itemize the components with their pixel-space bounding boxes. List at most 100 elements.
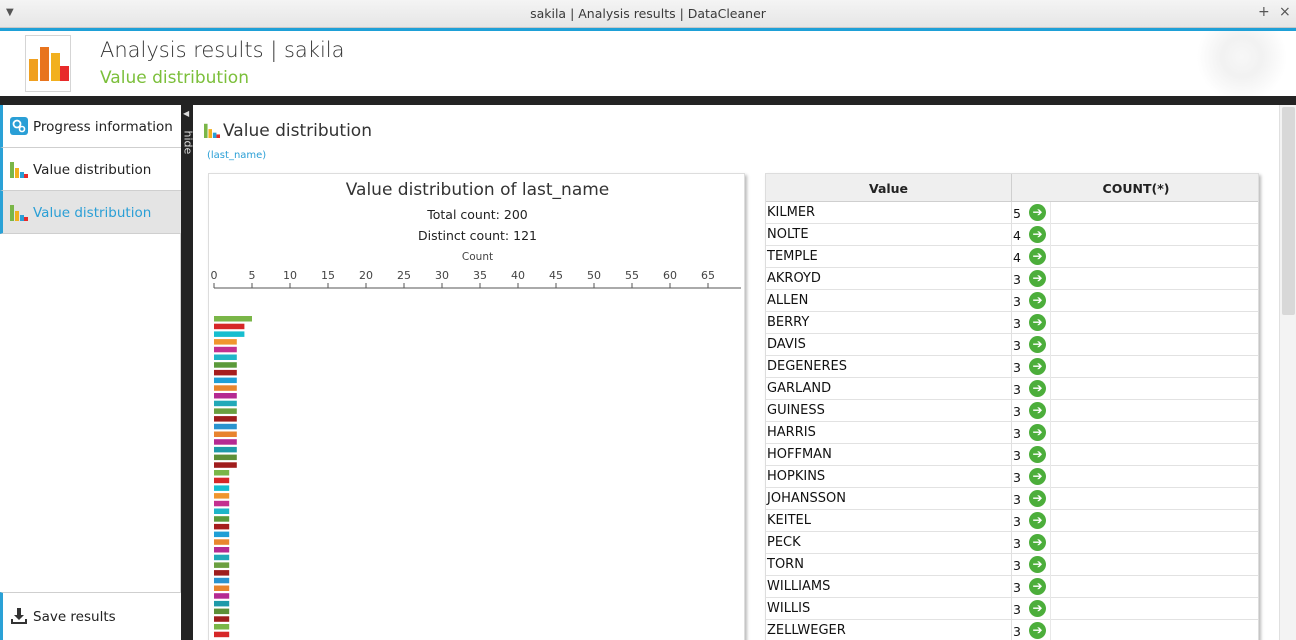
count-cell: 3: [1013, 624, 1021, 639]
value-cell: DAVIS: [767, 337, 806, 352]
distribution-bar: [214, 477, 230, 484]
distribution-bar: [214, 562, 230, 568]
count-cell: 3: [1013, 514, 1021, 529]
drill-to-detail-icon[interactable]: ➔: [1029, 578, 1046, 595]
x-tick-label: 0: [211, 269, 218, 282]
table-row: KILMER 5 ➔: [766, 202, 1258, 224]
page-header: Analysis results | sakila Value distribu…: [0, 31, 1296, 96]
sidebar-item-value-distribution-active[interactable]: Value distribution: [0, 191, 181, 234]
drill-to-detail-icon[interactable]: ➔: [1029, 556, 1046, 573]
count-cell: 4: [1013, 228, 1021, 243]
scrollbar-thumb[interactable]: [1282, 107, 1295, 315]
distribution-bar: [214, 339, 237, 345]
save-results-button[interactable]: Save results: [0, 592, 181, 640]
drill-to-detail-icon[interactable]: ➔: [1029, 490, 1046, 507]
count-cell: 3: [1013, 360, 1021, 375]
header-decoration: [1116, 31, 1296, 96]
bar-chart-icon: [10, 205, 28, 221]
value-cell: HOPKINS: [767, 469, 826, 484]
drill-to-detail-icon[interactable]: ➔: [1029, 204, 1046, 221]
value-cell: AKROYD: [767, 271, 821, 286]
value-cell: PECK: [767, 535, 801, 550]
drill-to-detail-icon[interactable]: ➔: [1029, 226, 1046, 243]
table-row: DEGENERES 3 ➔: [766, 356, 1258, 378]
distribution-bar: [214, 323, 245, 330]
count-cell: 3: [1013, 536, 1021, 551]
maximize-icon[interactable]: +: [1258, 4, 1270, 20]
value-cell: NOLTE: [767, 227, 809, 242]
section-title: Value distribution: [223, 121, 372, 141]
count-cell: 3: [1013, 316, 1021, 331]
sidebar-item-label: Progress information: [33, 119, 173, 135]
drill-to-detail-icon[interactable]: ➔: [1029, 270, 1046, 287]
drill-to-detail-icon[interactable]: ➔: [1029, 600, 1046, 617]
distribution-bar: [214, 408, 237, 414]
distribution-bar: [214, 600, 230, 607]
x-tick-label: 30: [435, 269, 449, 282]
column-name-link[interactable]: (last_name): [207, 150, 266, 161]
distribution-bar: [214, 400, 237, 407]
distribution-bar: [214, 385, 237, 391]
drill-to-detail-icon[interactable]: ➔: [1029, 358, 1046, 375]
close-icon[interactable]: ×: [1279, 4, 1291, 20]
drill-to-detail-icon[interactable]: ➔: [1029, 534, 1046, 551]
value-cell: HOFFMAN: [767, 447, 832, 462]
table-row: GARLAND 3 ➔: [766, 378, 1258, 400]
sidebar-item-value-distribution[interactable]: Value distribution: [0, 148, 181, 191]
distribution-bar: [214, 585, 230, 591]
distribution-bar: [214, 416, 237, 422]
table-row: ALLEN 3 ➔: [766, 290, 1258, 312]
distribution-bar: [214, 446, 237, 453]
drill-to-detail-icon[interactable]: ➔: [1029, 380, 1046, 397]
table-row: HOPKINS 3 ➔: [766, 466, 1258, 488]
table-row: WILLIAMS 3 ➔: [766, 576, 1258, 598]
value-cell: TORN: [767, 557, 804, 572]
drill-to-detail-icon[interactable]: ➔: [1029, 336, 1046, 353]
count-cell: 3: [1013, 558, 1021, 573]
x-tick-label: 15: [321, 269, 335, 282]
drill-to-detail-icon[interactable]: ➔: [1029, 402, 1046, 419]
bar-chart-icon: [10, 162, 28, 178]
hide-sidebar-toggle[interactable]: ◀ hide: [181, 105, 195, 640]
value-cell: WILLIS: [767, 601, 811, 616]
drill-to-detail-icon[interactable]: ➔: [1029, 424, 1046, 441]
distribution-bar: [214, 570, 230, 576]
table-row: AKROYD 3 ➔: [766, 268, 1258, 290]
drill-to-detail-icon[interactable]: ➔: [1029, 446, 1046, 463]
table-row: JOHANSSON 3 ➔: [766, 488, 1258, 510]
chart-canvas: 0 5 10 15 20 25 30 35 40 45 50 55 60 65: [211, 269, 741, 638]
distribution-bar: [214, 508, 230, 514]
distribution-bar: [214, 577, 230, 584]
x-tick-label: 50: [587, 269, 601, 282]
window-title: sakila | Analysis results | DataCleaner: [530, 6, 766, 21]
distribution-bar: [214, 500, 230, 507]
distribution-bar: [214, 554, 230, 561]
distribution-bar: [214, 593, 230, 599]
distribution-bar: [214, 547, 230, 553]
count-cell: 3: [1013, 382, 1021, 397]
drill-to-detail-icon[interactable]: ➔: [1029, 622, 1046, 639]
count-cell: 3: [1013, 426, 1021, 441]
count-cell: 3: [1013, 580, 1021, 595]
distribution-bar: [214, 516, 230, 522]
column-header-count[interactable]: COUNT(*): [1012, 181, 1258, 196]
main-content: Value distribution (last_name) Value dis…: [193, 105, 1296, 640]
vertical-scrollbar[interactable]: [1279, 105, 1296, 640]
drill-to-detail-icon[interactable]: ➔: [1029, 512, 1046, 529]
drill-to-detail-icon[interactable]: ➔: [1029, 468, 1046, 485]
distribution-bar: [214, 531, 230, 538]
x-tick-label: 10: [283, 269, 297, 282]
distribution-bar: [214, 616, 230, 622]
column-header-value[interactable]: Value: [766, 181, 1011, 196]
drill-to-detail-icon[interactable]: ➔: [1029, 292, 1046, 309]
sidebar-item-progress-information[interactable]: Progress information: [0, 105, 181, 148]
datacleaner-logo: [25, 35, 71, 92]
download-icon: [11, 608, 27, 624]
drill-to-detail-icon[interactable]: ➔: [1029, 314, 1046, 331]
page-title: Analysis results | sakila: [100, 38, 345, 62]
value-cell: TEMPLE: [767, 249, 818, 264]
progress-gears-icon: [10, 117, 28, 135]
drill-to-detail-icon[interactable]: ➔: [1029, 248, 1046, 265]
count-cell: 3: [1013, 338, 1021, 353]
sidebar-item-label: Value distribution: [33, 162, 152, 178]
